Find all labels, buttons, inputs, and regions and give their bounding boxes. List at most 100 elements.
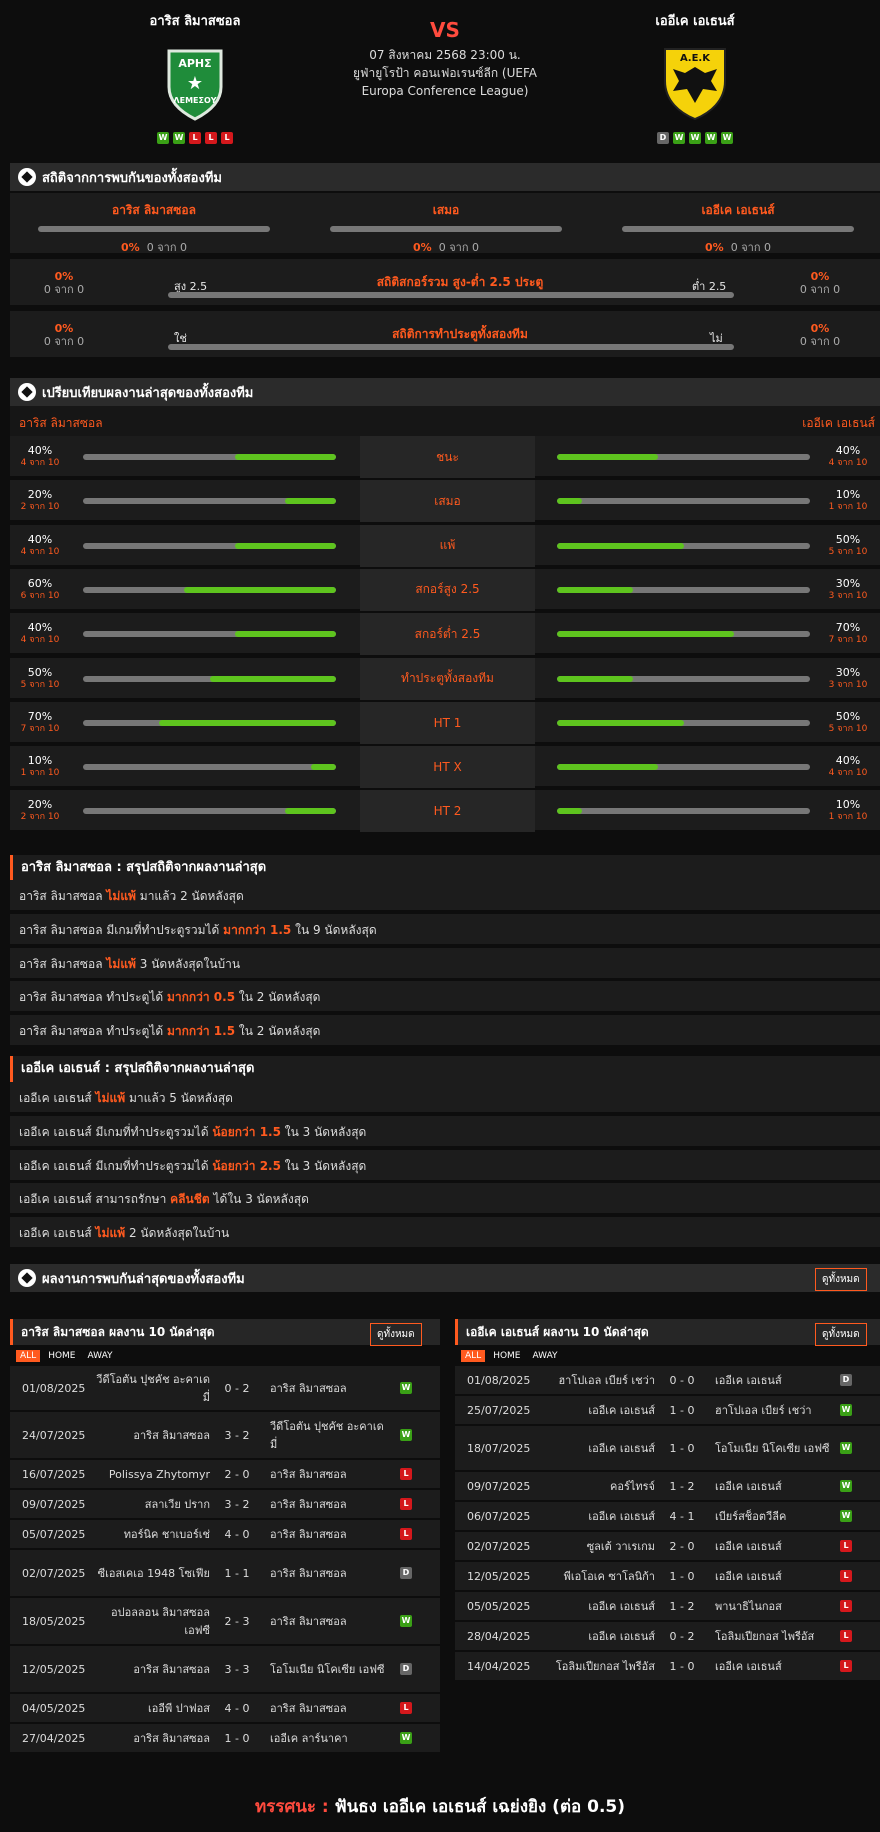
match-home-team: อปอลลอน ลิมาสซอล เอฟซี (111, 1606, 210, 1637)
match-home-team: ซูลเต้ วาเรเกม (586, 1540, 655, 1553)
summary-text: มาแล้ว 5 นัดหลังสุด (125, 1091, 233, 1105)
form-badge: L (189, 132, 201, 144)
compare-home-pct-value: 50% (27, 665, 53, 679)
home-view-all-button[interactable]: ดูทั้งหมด (370, 1323, 422, 1346)
match-row[interactable]: 09/07/2025 สลาเวีย ปราก 3 - 2 อาริส ลิมาสซอ… (10, 1490, 440, 1520)
compare-away-fill (557, 631, 735, 638)
match-row[interactable]: 02/07/2025 ซีเอสเคเอ 1948 โซเฟีย 1 - 1 อาริ… (10, 1550, 440, 1598)
match-result: W (400, 1724, 412, 1752)
h2h-ou-box: 0% 0 จาก 0 สูง 2.5 สถิติสกอร์รวม สูง-ต่ำ… (10, 259, 880, 305)
compare-away-pct-value: 10% (835, 488, 861, 502)
btts-right-pct: 0% (810, 322, 830, 335)
compare-section-header: เปรียบเทียบผลงานล่าสุดของทั้งสองทีม (10, 378, 880, 406)
away-team-name: เออีเค เอเธนส์ (655, 14, 735, 29)
compare-title: เปรียบเทียบผลงานล่าสุดของทั้งสองทีม (42, 385, 254, 401)
match-date: 06/07/2025 (467, 1509, 531, 1523)
tab-home[interactable]: HOME (44, 1350, 79, 1362)
result-badge: L (400, 1702, 412, 1714)
compare-away-pct-value: 40% (835, 754, 861, 768)
match-row[interactable]: 01/08/2025 วีดีโอตัน ปุชคัช อะคาเดมี่ 0 - … (10, 1366, 440, 1412)
tab-away[interactable]: AWAY (84, 1350, 117, 1362)
match-away-team: อาริส ลิมาสซอล (270, 1498, 347, 1511)
match-row[interactable]: 09/07/2025 คอร์ไทรจ์ 1 - 2 เออีเค เอเธนส์ W (455, 1472, 880, 1502)
match-row[interactable]: 01/08/2025 ฮาโปเอล เบียร์ เชว่า 0 - 0 เออีเ… (455, 1366, 880, 1396)
match-row[interactable]: 12/05/2025 พีเอโอเค ซาโลนิก้า 1 - 0 เออีเค … (455, 1562, 880, 1592)
tab-away[interactable]: AWAY (529, 1350, 562, 1362)
compare-row: 10% 1 จาก 10 HT X 40% 4 จาก 10 (10, 746, 880, 789)
away-form: DWWWW (595, 132, 795, 144)
compare-home-pct-value: 20% (27, 798, 53, 812)
match-row[interactable]: 02/07/2025 ซูลเต้ วาเรเกม 2 - 0 เออีเค เอเธ… (455, 1532, 880, 1562)
match-row[interactable]: 18/05/2025 อปอลลอน ลิมาสซอล เอฟซี 2 - 3 อาร… (10, 1598, 440, 1646)
compare-home-of: 4 จาก 10 (20, 546, 60, 557)
match-result: L (840, 1652, 852, 1680)
summary-text: 2 นัดหลังสุดในบ้าน (125, 1226, 230, 1241)
soccer-ball-icon (18, 1269, 36, 1287)
compare-home-pct: 40% 4 จาก 10 (20, 444, 60, 470)
match-score: 1 - 0 (224, 1731, 250, 1745)
compare-home-pct-value: 40% (27, 444, 53, 457)
match-result: W (400, 1366, 412, 1410)
summary-text: อาริส ลิมาสซอล มีเกมที่ทำประตูรวมได้ (19, 922, 224, 937)
compare-home-bar (83, 719, 336, 726)
compare-away-pct: 40% 4 จาก 10 (828, 754, 868, 780)
away-view-all-button[interactable]: ดูทั้งหมด (815, 1323, 867, 1346)
btts-right: 0% 0 จาก 0 (780, 322, 860, 348)
match-date: 01/08/2025 (22, 1381, 86, 1395)
match-row[interactable]: 14/04/2025 โอลิมเปียกอส ไพรีอัส 1 - 0 เออีเ… (455, 1652, 880, 1682)
home-logo-text: ΑΡΗΣ (178, 57, 211, 70)
compare-home-bar (83, 498, 336, 505)
match-row[interactable]: 04/05/2025 เออีพี ปาฟอส 4 - 0 อาริส ลิมาสซอ… (10, 1694, 440, 1724)
summary-line: เออีเค เอเธนส์ ไม่แพ้ 2 นัดหลังสุดในบ้าน (10, 1217, 880, 1250)
home-team: อาริส ลิมาสซอล ΑΡΗΣ ★ ΛΕΜΕΣΟΥ WWLLL (95, 10, 295, 144)
summary-highlight: น้อยกว่า 1.5 (212, 1124, 281, 1139)
match-row[interactable]: 27/04/2025 อาริส ลิมาสซอล 1 - 0 เออีเค ลาร์… (10, 1724, 440, 1754)
compare-row: 20% 2 จาก 10 HT 2 10% 1 จาก 10 (10, 790, 880, 833)
away-summary-title: เออีเค เอเธนส์ : สรุปสถิติจากผลงานล่าสุด (10, 1056, 880, 1082)
compare-away-of: 3 จาก 10 (828, 590, 868, 601)
away-team: เออีเค เอเธนส์ Α.Ε.Κ DWWWW (595, 10, 795, 144)
match-home-team: โอลิมเปียกอส ไพรีอัส (555, 1660, 655, 1673)
match-row[interactable]: 18/07/2025 เออีเค เอเธนส์ 1 - 0 โอโมเนีย นิ… (455, 1426, 880, 1472)
summary-text: มาแล้ว 2 นัดหลังสุด (135, 889, 244, 903)
h2h-result-box: อาริส ลิมาสซอล 0% 0 จาก 0 เสมอ 0% 0 จาก … (10, 193, 880, 254)
compare-home-bar (83, 675, 336, 682)
compare-away-fill (557, 719, 684, 726)
compare-home-pct-value: 60% (27, 576, 53, 590)
tab-all[interactable]: ALL (16, 1350, 41, 1362)
match-row[interactable]: 06/07/2025 เออีเค เอเธนส์ 4 - 1 เบียร์สช็อต… (455, 1502, 880, 1532)
compare-away-pct: 30% 3 จาก 10 (828, 577, 868, 603)
result-badge: L (400, 1498, 412, 1510)
match-row[interactable]: 28/04/2025 เออีเค เอเธนส์ 0 - 2 โอลิมเปียกอ… (455, 1622, 880, 1652)
h2h-draw-label: เสมอ (432, 203, 460, 217)
match-home-team: ทอร์นิค ชาเบอร์เช่ (123, 1528, 210, 1541)
summary-text: อาริส ลิมาสซอล ทำประตูได้ (19, 1024, 167, 1039)
match-score: 0 - 0 (669, 1373, 695, 1387)
match-away-team: เออีเค เอเธนส์ (715, 1570, 782, 1583)
result-badge: W (400, 1732, 412, 1744)
match-away-team: เออีเค ลาร์นาคา (270, 1732, 348, 1745)
tab-all[interactable]: ALL (461, 1350, 486, 1362)
match-row[interactable]: 25/07/2025 เออีเค เอเธนส์ 1 - 0 ฮาโปเอล เบี… (455, 1396, 880, 1426)
compare-away-of: 3 จาก 10 (828, 679, 868, 690)
match-away-team: ฮาโปเอล เบียร์ เชว่า (715, 1404, 812, 1417)
match-date: 25/07/2025 (467, 1403, 531, 1417)
match-row[interactable]: 24/07/2025 อาริส ลิมาสซอล 3 - 2 วีดีโอตัน ป… (10, 1412, 440, 1460)
match-row[interactable]: 05/05/2025 เออีเค เอเธนส์ 1 - 2 พานาธิไนกอส… (455, 1592, 880, 1622)
btts-right-of: 0 จาก 0 (799, 335, 841, 348)
match-date: 27/04/2025 (22, 1731, 86, 1745)
compare-away-of: 7 จาก 10 (828, 635, 868, 646)
match-row[interactable]: 16/07/2025 Polissya Zhytomyr 2 - 0 อาริส ลิ… (10, 1460, 440, 1490)
summary-line: เออีเค เอเธนส์ มีเกมที่ทำประตูรวมได้ น้อ… (10, 1149, 880, 1182)
compare-away-bar (557, 586, 810, 593)
tab-home[interactable]: HOME (489, 1350, 524, 1362)
form-badge: D (657, 132, 669, 144)
match-row[interactable]: 12/05/2025 อาริส ลิมาสซอล 3 - 3 โอโมเนีย นิ… (10, 1646, 440, 1694)
match-date: 12/05/2025 (467, 1569, 531, 1583)
vs-label: VS (430, 18, 460, 42)
match-row[interactable]: 05/07/2025 ทอร์นิค ชาเบอร์เช่ 4 - 0 อาริส ล… (10, 1520, 440, 1550)
away-team-logo: Α.Ε.Κ (664, 48, 726, 121)
match-away-team: เออีเค เอเธนส์ (715, 1540, 782, 1553)
view-all-button[interactable]: ดูทั้งหมด (815, 1268, 867, 1291)
match-away-team: อาริส ลิมาสซอล (270, 1468, 347, 1481)
